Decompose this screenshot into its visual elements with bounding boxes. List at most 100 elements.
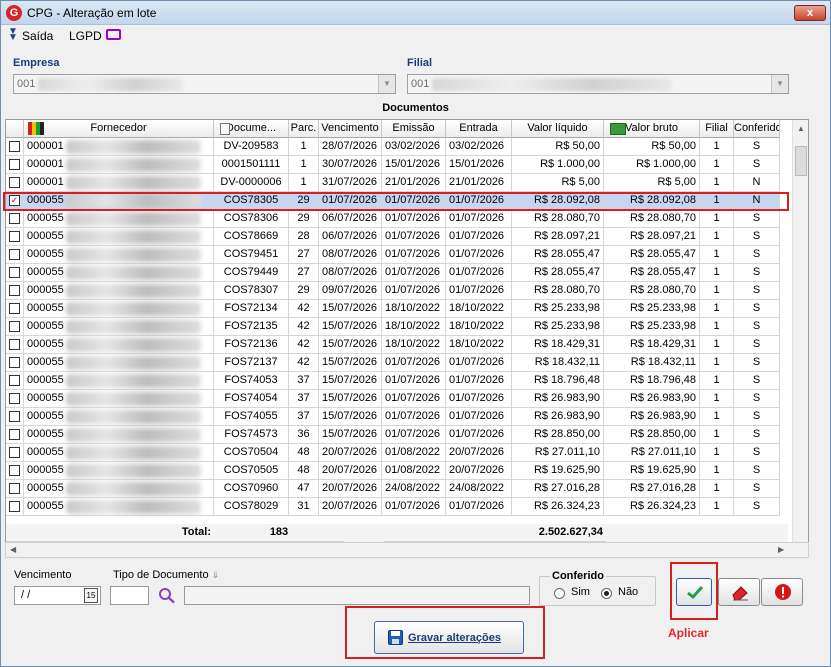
row-checkbox[interactable]	[9, 465, 20, 476]
cell-valor-liquido: R$ 18.796,48	[512, 372, 604, 390]
table-row[interactable]: 000055 COS78029 31 20/07/2026 01/07/2026 01/0…	[6, 498, 788, 516]
table-row[interactable]: 000055 FOS74053 37 15/07/2026 01/07/2026 01/0…	[6, 372, 788, 390]
search-icon[interactable]	[158, 587, 176, 604]
scroll-left-icon[interactable]: ◀	[10, 545, 16, 554]
row-checkbox[interactable]	[9, 375, 20, 386]
empresa-select[interactable]: 001 ▼	[13, 74, 396, 94]
radio-sim[interactable]	[554, 588, 565, 599]
apply-button[interactable]	[676, 578, 712, 606]
cell-documento: FOS74053	[214, 372, 289, 390]
column-header-valor-liquido[interactable]: Valor líquido	[512, 120, 604, 138]
row-checkbox[interactable]	[9, 267, 20, 278]
cell-parc: 1	[289, 156, 319, 174]
row-checkbox[interactable]	[9, 285, 20, 296]
row-checkbox[interactable]	[9, 231, 20, 242]
row-checkbox-cell	[6, 246, 24, 264]
horizontal-scrollbar[interactable]: ◀ ▶	[5, 542, 809, 558]
row-checkbox[interactable]	[9, 339, 20, 350]
alert-button[interactable]	[761, 578, 803, 606]
vertical-scrollbar[interactable]: ▲	[792, 120, 808, 542]
app-logo-icon: G	[6, 5, 22, 21]
scroll-right-icon[interactable]: ▶	[778, 545, 784, 554]
table-row[interactable]: 000001 DV-209583 1 28/07/2026 03/02/2026 03/0…	[6, 138, 788, 156]
cell-valor-bruto: R$ 27.011,10	[604, 444, 700, 462]
cell-conferido: S	[734, 444, 780, 462]
table-row[interactable]: 000055 COS70960 47 20/07/2026 24/08/2022 24/0…	[6, 480, 788, 498]
monitor-icon[interactable]	[106, 29, 121, 40]
column-header-parc[interactable]: Parc.	[289, 120, 319, 138]
tipo-documento-code-input[interactable]	[110, 586, 149, 605]
gravar-alteracoes-button[interactable]: Gravar alterações	[374, 621, 524, 654]
menu-lgpd[interactable]: LGPD	[69, 29, 102, 43]
clear-button[interactable]	[718, 578, 760, 606]
header-select-all[interactable]	[6, 120, 24, 138]
row-checkbox[interactable]	[9, 411, 20, 422]
money-icon	[610, 123, 626, 135]
vencimento-input[interactable]: / / 15	[14, 586, 101, 605]
close-button[interactable]: x	[794, 5, 826, 21]
filial-select[interactable]: 001 ▼	[407, 74, 789, 94]
table-row[interactable]: 000055 COS70504 48 20/07/2026 01/08/2022 20/0…	[6, 444, 788, 462]
cell-conferido: S	[734, 138, 780, 156]
row-checkbox[interactable]	[9, 447, 20, 458]
row-checkbox[interactable]	[9, 321, 20, 332]
table-row[interactable]: 000055 COS78307 29 09/07/2026 01/07/2026 01/0…	[6, 282, 788, 300]
column-header-filial[interactable]: Filial	[700, 120, 734, 138]
table-row[interactable]: 000055 FOS72134 42 15/07/2026 18/10/2022 18/1…	[6, 300, 788, 318]
column-header-entrada[interactable]: Entrada	[446, 120, 512, 138]
table-row[interactable]: 000055 COS78306 29 06/07/2026 01/07/2026 01/0…	[6, 210, 788, 228]
row-checkbox[interactable]	[9, 141, 20, 152]
total-row: Total: 183 2.502.627,34	[6, 524, 788, 542]
menu-saida[interactable]: Saída	[22, 29, 53, 43]
cell-filial: 1	[700, 282, 734, 300]
table-row[interactable]: 000055 COS79449 27 08/07/2026 01/07/2026 01/0…	[6, 264, 788, 282]
row-checkbox[interactable]	[9, 177, 20, 188]
table-row[interactable]: 000055 FOS72136 42 15/07/2026 18/10/2022 18/1…	[6, 336, 788, 354]
cell-conferido: S	[734, 372, 780, 390]
table-row[interactable]: 000001 DV-0000006 1 31/07/2026 21/01/2026 21/…	[6, 174, 788, 192]
row-checkbox[interactable]	[9, 303, 20, 314]
table-row[interactable]: 000001 0001501111 1 30/07/2026 15/01/2026 15/…	[6, 156, 788, 174]
table-row[interactable]: 000055 FOS72135 42 15/07/2026 18/10/2022 18/1…	[6, 318, 788, 336]
scroll-thumb[interactable]	[795, 146, 807, 176]
radio-nao[interactable]	[601, 588, 612, 599]
column-header-conferido[interactable]: Conferido	[734, 120, 780, 138]
column-header-emissao[interactable]: Emissão	[382, 120, 446, 138]
row-checkbox-cell	[6, 462, 24, 480]
cell-entrada: 01/07/2026	[446, 426, 512, 444]
main-window: G CPG - Alteração em lote x ▼ ▼ Saída LGP…	[0, 0, 831, 667]
cell-parc: 37	[289, 408, 319, 426]
radio-sim-label: Sim	[571, 586, 590, 598]
row-checkbox[interactable]	[9, 393, 20, 404]
row-checkbox-cell	[6, 408, 24, 426]
table-row[interactable]: 000055 FOS72137 42 15/07/2026 01/07/2026 01/0…	[6, 354, 788, 372]
scroll-up-icon[interactable]: ▲	[797, 124, 805, 133]
row-checkbox[interactable]	[9, 159, 20, 170]
supplier-name-redacted	[66, 464, 201, 478]
row-checkbox[interactable]	[9, 249, 20, 260]
row-checkbox[interactable]	[9, 429, 20, 440]
table-row[interactable]: 000055 FOS74054 37 15/07/2026 01/07/2026 01/0…	[6, 390, 788, 408]
table-row[interactable]: 000055 FOS74573 36 15/07/2026 01/07/2026 01/0…	[6, 426, 788, 444]
chevron-down-icon[interactable]: ▼	[378, 75, 395, 93]
row-checkbox[interactable]	[9, 213, 20, 224]
cell-valor-liquido: R$ 18.432,11	[512, 354, 604, 372]
grid-caption: Documentos	[382, 102, 449, 114]
chevron-down-icon[interactable]: ▼	[771, 75, 788, 93]
cell-vencimento: 06/07/2026	[319, 228, 382, 246]
row-checkbox[interactable]	[9, 501, 20, 512]
vencimento-label: Vencimento	[14, 569, 72, 581]
cell-entrada: 18/10/2022	[446, 336, 512, 354]
table-row[interactable]: 000055 FOS74055 37 15/07/2026 01/07/2026 01/0…	[6, 408, 788, 426]
column-header-vencimento[interactable]: Vencimento	[319, 120, 382, 138]
table-row[interactable]: 000055 COS79451 27 08/07/2026 01/07/2026 01/0…	[6, 246, 788, 264]
row-checkbox-cell	[6, 300, 24, 318]
column-header-fornecedor[interactable]: Fornecedor	[24, 120, 214, 138]
row-checkbox[interactable]	[9, 483, 20, 494]
row-checkbox[interactable]	[9, 357, 20, 368]
calendar-icon[interactable]: 15	[84, 588, 98, 603]
table-row[interactable]: 000055 COS70505 48 20/07/2026 01/08/2022 20/0…	[6, 462, 788, 480]
cell-emissao: 01/07/2026	[382, 408, 446, 426]
table-row[interactable]: 000055 COS78669 28 06/07/2026 01/07/2026 01/0…	[6, 228, 788, 246]
cell-documento: FOS72134	[214, 300, 289, 318]
